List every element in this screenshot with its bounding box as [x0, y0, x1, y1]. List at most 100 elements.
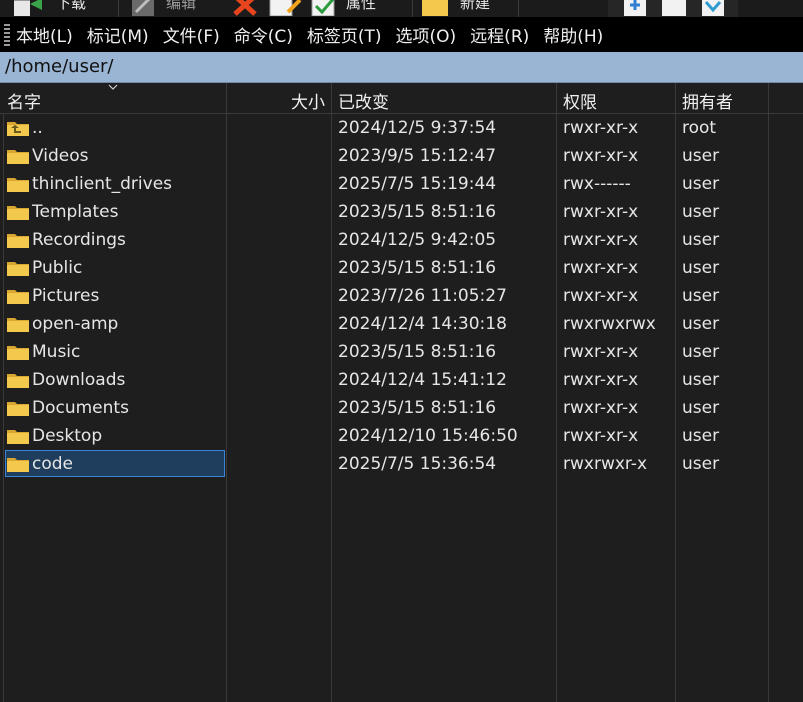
file-name: thinclient_drives [32, 174, 173, 194]
file-permissions: rwxr-xr-x [563, 230, 639, 250]
path-bar[interactable]: /home/user/ [0, 52, 803, 83]
file-row[interactable]: Documents 2023/5/15 8:51:16 rwxr-xr-x user [0, 394, 803, 422]
file-modified: 2025/7/5 15:19:44 [338, 174, 497, 194]
toolbar: 下载 编辑 属性 新建 [0, 0, 803, 17]
column-modified[interactable]: 已改变 [332, 83, 557, 114]
folder-icon [7, 234, 29, 248]
add-icon[interactable] [622, 0, 648, 16]
file-modified: 2023/5/15 8:51:16 [338, 258, 497, 278]
menu-options[interactable]: 选项(O) [396, 22, 457, 47]
file-name: Recordings [32, 230, 126, 250]
file-permissions: rwxr-xr-x [563, 202, 639, 222]
delete-button[interactable] [226, 0, 266, 17]
file-name: open-amp [32, 314, 119, 334]
file-modified: 2023/9/5 15:12:47 [338, 146, 497, 166]
file-name: code [32, 454, 73, 474]
file-name: Videos [32, 146, 89, 166]
folder-icon [7, 430, 29, 444]
blank-icon[interactable] [660, 0, 688, 16]
folder-icon [7, 178, 29, 192]
file-owner: user [682, 426, 720, 446]
file-owner: user [682, 258, 720, 278]
file-name: Templates [32, 202, 119, 222]
column-permissions[interactable]: 权限 [557, 83, 676, 114]
menu-help[interactable]: 帮助(H) [543, 22, 603, 47]
edit-button[interactable]: 编辑 [122, 0, 222, 17]
file-owner: user [682, 454, 720, 474]
menu-local[interactable]: 本地(L) [16, 22, 73, 47]
file-modified: 2023/5/15 8:51:16 [338, 342, 497, 362]
file-permissions: rwxr-xr-x [563, 146, 639, 166]
column-permissions-label: 权限 [563, 93, 597, 113]
rename-icon [269, 0, 302, 16]
file-row[interactable]: Templates 2023/5/15 8:51:16 rwxr-xr-x user [0, 198, 803, 226]
folder-icon [7, 150, 29, 164]
folder-icon [7, 374, 29, 388]
new-button[interactable]: 新建 [416, 0, 516, 17]
file-permissions: rwxr-xr-x [563, 398, 639, 418]
menu-tabs[interactable]: 标签页(T) [307, 22, 382, 47]
file-row[interactable]: Music 2023/5/15 8:51:16 rwxr-xr-x user [0, 338, 803, 366]
column-name-label: 名字 [7, 93, 41, 113]
column-size[interactable]: 大小 [227, 83, 332, 114]
file-modified: 2024/12/5 9:37:54 [338, 118, 497, 138]
sort-chevron-down-icon [108, 84, 118, 90]
download-label: 下载 [56, 0, 87, 12]
folder-icon [7, 318, 29, 332]
file-owner: user [682, 174, 720, 194]
file-modified: 2024/12/4 15:41:12 [338, 370, 507, 390]
file-permissions: rwxrwxrwx [563, 314, 656, 334]
column-owner[interactable]: 拥有者 [676, 83, 769, 114]
file-permissions: rwxr-xr-x [563, 118, 639, 138]
file-row[interactable]: thinclient_drives 2025/7/5 15:19:44 rwx---… [0, 170, 803, 198]
file-permissions: rwx------ [563, 174, 631, 194]
file-modified: 2023/5/15 8:51:16 [338, 202, 497, 222]
file-name: .. [32, 118, 43, 138]
file-name: Downloads [32, 370, 126, 390]
file-permissions: rwxrwxr-x [563, 454, 648, 474]
download-button[interactable]: 下载 [0, 0, 117, 17]
download-icon [14, 0, 42, 16]
file-modified: 2024/12/10 15:46:50 [338, 426, 518, 446]
rename-button[interactable] [266, 0, 304, 17]
file-name: Pictures [32, 286, 100, 306]
file-row[interactable]: open-amp 2024/12/4 14:30:18 rwxrwxrwx user [0, 310, 803, 338]
edit-label: 编辑 [166, 0, 197, 12]
file-row[interactable]: Downloads 2024/12/4 15:41:12 rwxr-xr-x user [0, 366, 803, 394]
menu-command[interactable]: 命令(C) [234, 22, 293, 47]
file-modified: 2025/7/5 15:36:54 [338, 454, 497, 474]
file-row[interactable]: Pictures 2023/7/26 11:05:27 rwxr-xr-x user [0, 282, 803, 310]
folder-icon [7, 346, 29, 360]
file-owner: user [682, 342, 720, 362]
parent-folder-icon [7, 122, 29, 136]
file-name: Desktop [32, 426, 103, 446]
file-name: Documents [32, 398, 129, 418]
column-owner-label: 拥有者 [682, 93, 733, 113]
file-row[interactable]: Public 2023/5/15 8:51:16 rwxr-xr-x user [0, 254, 803, 282]
properties-button[interactable]: 属性 [308, 0, 408, 17]
file-modified: 2023/7/26 11:05:27 [338, 286, 507, 306]
column-name[interactable]: 名字 [0, 83, 227, 114]
file-name: Public [32, 258, 83, 278]
file-owner: user [682, 314, 720, 334]
file-row[interactable]: Recordings 2024/12/5 9:42:05 rwxr-xr-x user [0, 226, 803, 254]
menu-grip[interactable] [4, 23, 10, 46]
file-owner: user [682, 202, 720, 222]
menu-mark[interactable]: 标记(M) [87, 22, 149, 47]
file-row[interactable]: code 2025/7/5 15:36:54 rwxrwxr-x user [0, 450, 803, 478]
file-owner: user [682, 398, 720, 418]
file-owner: user [682, 286, 720, 306]
filter-icon[interactable] [700, 0, 726, 16]
parent-directory-row[interactable]: .. 2024/12/5 9:37:54 rwxr-xr-x root [0, 114, 803, 142]
file-permissions: rwxr-xr-x [563, 370, 639, 390]
menu-file[interactable]: 文件(F) [163, 22, 220, 47]
column-header: 名字 大小 已改变 权限 拥有者 [0, 83, 803, 114]
file-row[interactable]: Videos 2023/9/5 15:12:47 rwxr-xr-x user [0, 142, 803, 170]
properties-icon [311, 0, 335, 16]
file-permissions: rwxr-xr-x [563, 258, 639, 278]
folder-icon [7, 206, 29, 220]
file-modified: 2024/12/5 9:42:05 [338, 230, 497, 250]
menu-remote[interactable]: 远程(R) [470, 22, 529, 47]
file-row[interactable]: Desktop 2024/12/10 15:46:50 rwxr-xr-x user [0, 422, 803, 450]
folder-icon [7, 290, 29, 304]
